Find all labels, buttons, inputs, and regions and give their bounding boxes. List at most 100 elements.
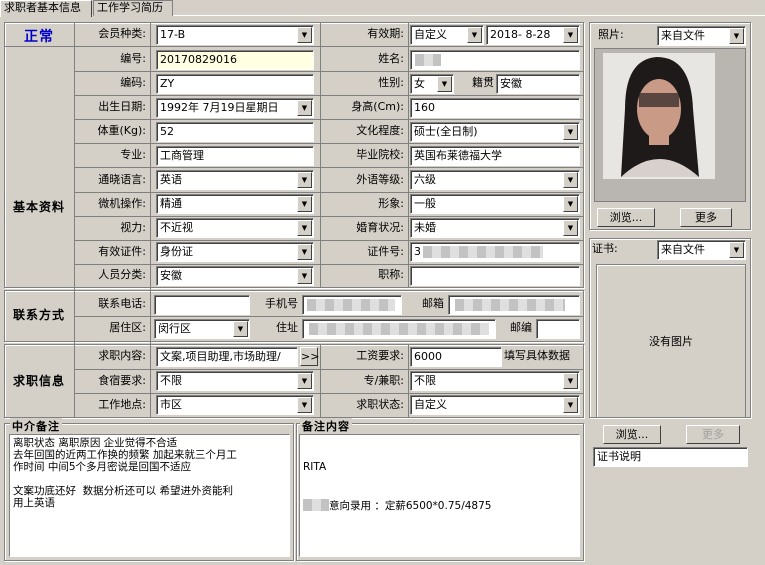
valid-date-picker[interactable]: 2018- 8-28 ▼: [486, 25, 580, 45]
redacted-address: [309, 323, 489, 335]
photo-label: 照片:: [598, 28, 624, 41]
status-label: 正常: [24, 29, 54, 45]
phone-label: 联系电话:: [98, 297, 146, 310]
agency-note-title: 中介备注: [10, 418, 62, 434]
chevron-down-icon[interactable]: ▼: [563, 172, 578, 188]
board-select[interactable]: 不限 ▼: [156, 371, 314, 391]
code-label: 编码:: [120, 76, 146, 89]
portrait-image: [595, 49, 745, 201]
tab-bar: 求职者基本信息 工作学习简历: [0, 0, 765, 17]
marital-select[interactable]: 未婚 ▼: [410, 218, 580, 238]
cert-source-select[interactable]: 来自文件 ▼: [657, 240, 746, 260]
name-field[interactable]: [410, 50, 580, 70]
language-select[interactable]: 英语 ▼: [156, 170, 314, 190]
remark-title: 备注内容: [300, 418, 352, 434]
postcode-field[interactable]: [536, 319, 580, 339]
member-type-select[interactable]: 17-B ▼: [156, 25, 314, 45]
appearance-select[interactable]: 一般 ▼: [410, 194, 580, 214]
salary-field[interactable]: 6000: [410, 347, 502, 367]
cert-label: 证书:: [592, 242, 618, 255]
chevron-down-icon[interactable]: ▼: [563, 27, 578, 43]
chevron-down-icon[interactable]: ▼: [297, 268, 312, 284]
address-field[interactable]: [302, 319, 496, 339]
address-label: 住址: [276, 321, 298, 334]
remark-line-1: RITA: [303, 461, 327, 473]
location-label: 工作地点:: [98, 398, 146, 411]
mobile-field[interactable]: [302, 295, 402, 315]
expand-button[interactable]: >>: [300, 347, 319, 366]
district-label: 居住区:: [109, 321, 146, 334]
redacted-mobile: [307, 299, 395, 311]
district-select[interactable]: 闵行区 ▼: [154, 319, 250, 339]
education-select[interactable]: 硕士(全日制) ▼: [410, 122, 580, 142]
height-field[interactable]: 160: [410, 98, 580, 118]
chevron-down-icon[interactable]: ▼: [563, 220, 578, 236]
fulltime-select[interactable]: 不限 ▼: [410, 371, 580, 391]
remark-memo[interactable]: RITA 意向录用 ：定薪6500*0.75/4875: [299, 434, 580, 557]
cert-image-frame: 没有图片: [596, 264, 746, 418]
number-field[interactable]: 20170829016: [156, 50, 314, 70]
chevron-down-icon[interactable]: ▼: [297, 172, 312, 188]
name-label: 姓名:: [378, 52, 404, 65]
chevron-down-icon[interactable]: ▼: [297, 196, 312, 212]
id-no-field[interactable]: 3: [410, 242, 580, 262]
cert-browse-button[interactable]: 浏览...: [603, 425, 661, 444]
phone-field[interactable]: [154, 295, 250, 315]
category-label: 人员分类:: [98, 268, 146, 281]
vision-select[interactable]: 不近视 ▼: [156, 218, 314, 238]
gender-select[interactable]: 女 ▼: [410, 74, 454, 94]
computer-select[interactable]: 精通 ▼: [156, 194, 314, 214]
location-select[interactable]: 市区 ▼: [156, 395, 314, 415]
redacted-email: [455, 299, 565, 311]
school-field[interactable]: 英国布莱德福大学: [410, 146, 580, 166]
id-no-label: 证件号:: [367, 245, 404, 258]
code-field[interactable]: ZY: [156, 74, 314, 94]
photo-frame: [594, 48, 746, 202]
native-field[interactable]: 安徽: [496, 74, 580, 94]
chevron-down-icon[interactable]: ▼: [563, 196, 578, 212]
photo-source-select[interactable]: 来自文件 ▼: [657, 26, 746, 46]
redacted-id: [423, 246, 543, 258]
weight-label: 体重(Kg):: [97, 124, 147, 137]
salary-hint: 填写具体数据: [504, 349, 570, 362]
cert-desc-field[interactable]: 证书说明: [593, 447, 748, 467]
agency-note-memo[interactable]: 离职状态 离职原因 企业觉得不合适 去年回国的近两工作换的频繁 加起来就三个月工…: [9, 434, 290, 557]
tab-basic-info[interactable]: 求职者基本信息: [0, 0, 92, 17]
email-field[interactable]: [448, 295, 580, 315]
chevron-down-icon[interactable]: ▼: [729, 28, 744, 44]
chevron-down-icon[interactable]: ▼: [563, 373, 578, 389]
chevron-down-icon[interactable]: ▼: [297, 100, 312, 116]
chevron-down-icon[interactable]: ▼: [297, 244, 312, 260]
photo-more-button[interactable]: 更多: [680, 208, 732, 227]
chevron-down-icon[interactable]: ▼: [233, 321, 248, 337]
chevron-down-icon[interactable]: ▼: [297, 220, 312, 236]
major-field[interactable]: 工商管理: [156, 146, 314, 166]
chevron-down-icon[interactable]: ▼: [297, 373, 312, 389]
chevron-down-icon[interactable]: ▼: [297, 397, 312, 413]
vision-label: 视力:: [120, 221, 146, 234]
chevron-down-icon[interactable]: ▼: [467, 27, 482, 43]
job-content-field[interactable]: 文案,项目助理,市场助理/: [156, 347, 298, 367]
job-status-select[interactable]: 自定义 ▼: [410, 395, 580, 415]
chevron-down-icon[interactable]: ▼: [729, 242, 744, 258]
birthday-picker[interactable]: 1992年 7月19日星期日 ▼: [156, 98, 314, 118]
chevron-down-icon[interactable]: ▼: [563, 124, 578, 140]
valid-period-select[interactable]: 自定义 ▼: [410, 25, 484, 45]
computer-label: 微机操作:: [98, 197, 146, 210]
title-field[interactable]: [410, 266, 580, 286]
section-job: 求职信息: [12, 374, 65, 388]
chevron-down-icon[interactable]: ▼: [563, 397, 578, 413]
height-label: 身高(Cm):: [351, 100, 404, 113]
foreign-level-select[interactable]: 六级 ▼: [410, 170, 580, 190]
tab-resume[interactable]: 工作学习简历: [93, 0, 173, 16]
appearance-label: 形象:: [378, 197, 404, 210]
id-type-select[interactable]: 身份证 ▼: [156, 242, 314, 262]
weight-field[interactable]: 52: [156, 122, 314, 142]
salary-label: 工资要求:: [356, 349, 404, 362]
number-label: 编号:: [120, 52, 146, 65]
chevron-down-icon[interactable]: ▼: [297, 27, 312, 43]
photo-browse-button[interactable]: 浏览...: [597, 208, 655, 227]
category-select[interactable]: 安徽 ▼: [156, 266, 314, 286]
chevron-down-icon[interactable]: ▼: [437, 76, 452, 92]
cert-more-button[interactable]: 更多: [686, 425, 740, 444]
